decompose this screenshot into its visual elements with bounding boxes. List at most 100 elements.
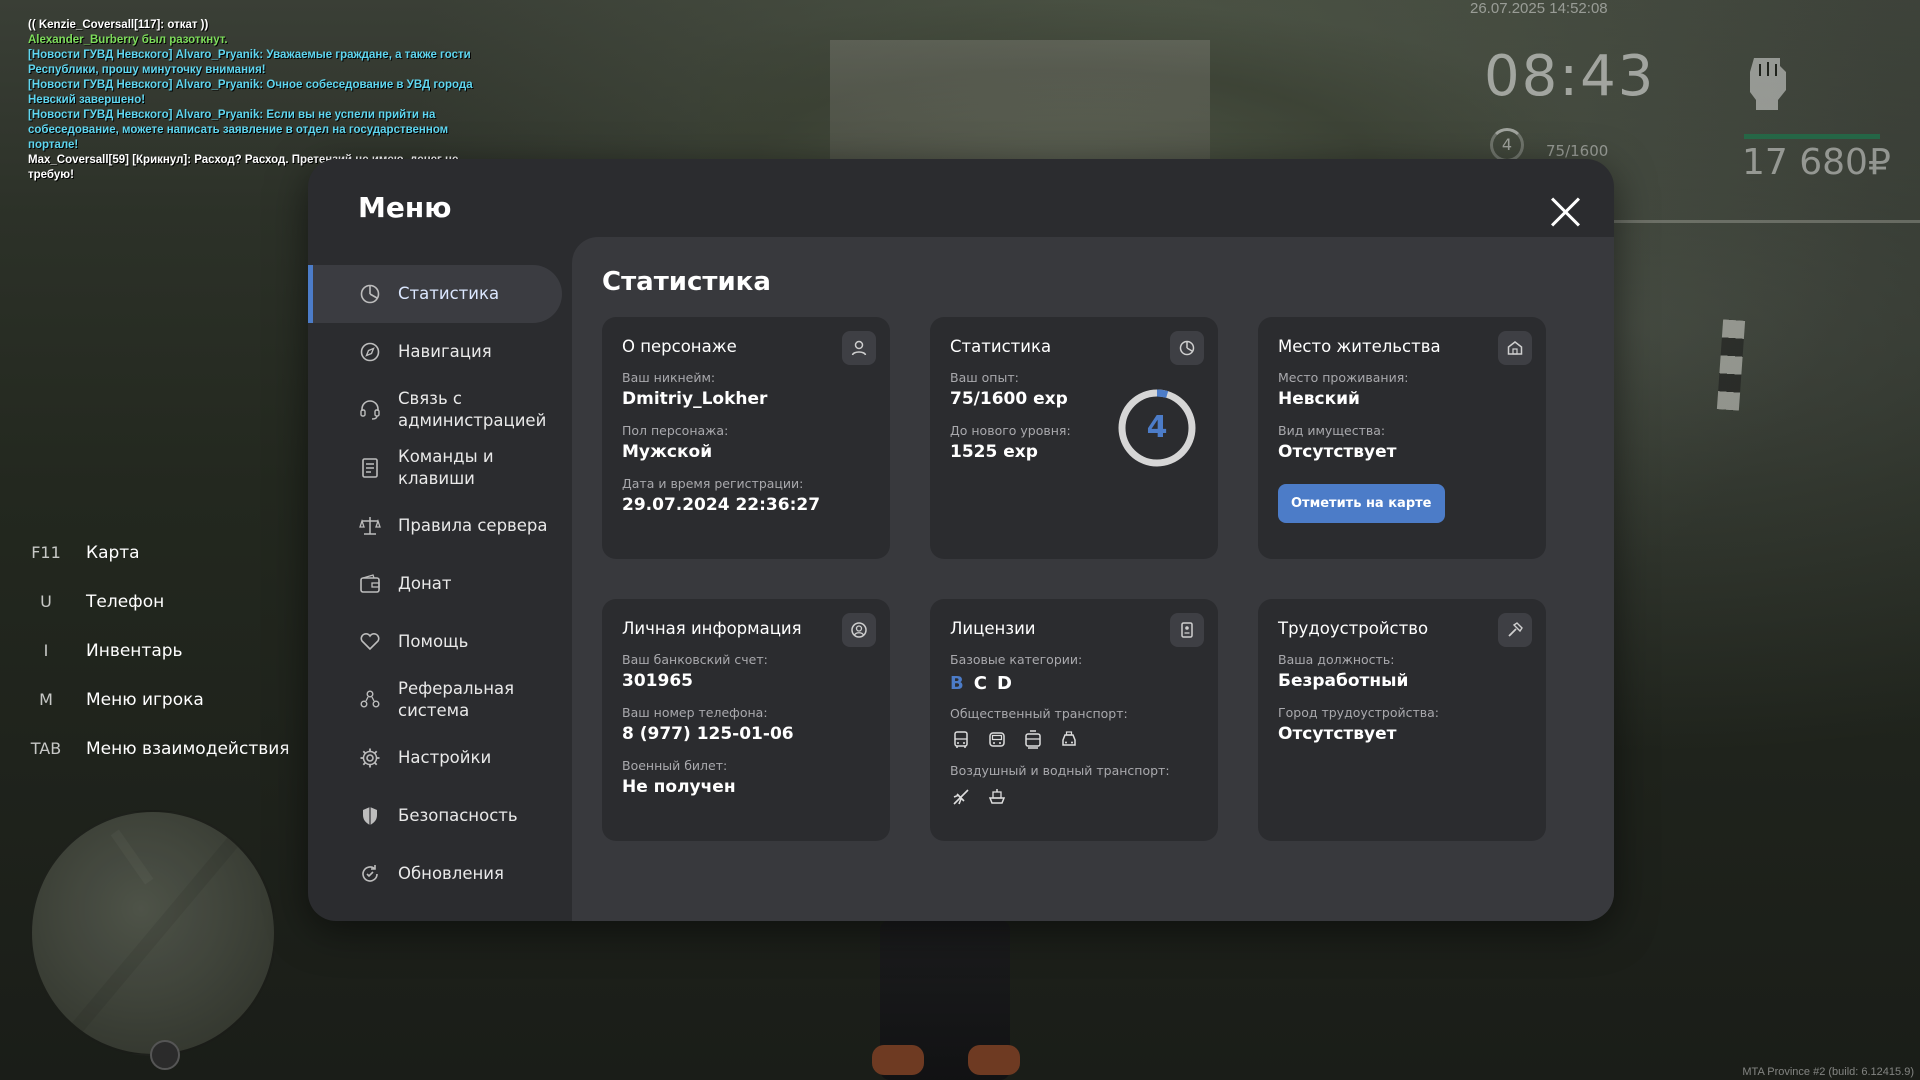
base-categories-label: Базовые категории:	[950, 652, 1083, 667]
sidebar-item-label: Команды и клавиши	[398, 447, 494, 488]
sidebar-item[interactable]: Настройки	[308, 729, 572, 787]
bank-label: Ваш банковский счет:	[622, 652, 768, 667]
close-button[interactable]	[1548, 195, 1582, 229]
hud-money: 17 680₽	[1742, 142, 1891, 183]
registration-value: 29.07.2024 22:36:27	[622, 495, 821, 515]
card-title: Личная информация	[622, 619, 802, 638]
position-label: Ваша должность:	[1278, 652, 1395, 667]
sidebar-item[interactable]: Реферальная система	[308, 671, 572, 729]
chat-line: [Новости ГУВД Невского] Alvaro_Pryanik: …	[28, 109, 449, 151]
heart-hand-icon	[358, 630, 382, 654]
military-label: Военный билет:	[622, 758, 728, 773]
sidebar-item[interactable]: Команды и клавиши	[308, 439, 572, 497]
player-shoe	[872, 1045, 924, 1075]
residence-label: Место проживания:	[1278, 370, 1409, 385]
people-icon	[358, 688, 382, 712]
hud-exp: 75/1600	[1546, 142, 1609, 160]
public-transport-label: Общественный транспорт:	[950, 706, 1128, 721]
hud-clock: 08:43	[1484, 44, 1656, 109]
chat-line: [Новости ГУВД Невского] Alvaro_Pryanik: …	[28, 49, 471, 76]
sidebar-item-label: Донат	[398, 574, 452, 593]
nickname-value: Dmitriy_Lokher	[622, 389, 768, 409]
key-action: Меню игрока	[86, 689, 204, 710]
menu-window: Меню Статистика Навигация Связь с админист…	[308, 159, 1614, 921]
sidebar-item[interactable]: Связь с администрацией	[308, 381, 572, 439]
key-action: Телефон	[86, 591, 165, 612]
chat-line: (( Kenzie_Coversall[117]: откат ))	[28, 19, 209, 31]
military-value: Не получен	[622, 777, 736, 797]
property-value: Отсутствует	[1278, 442, 1397, 462]
card-title: О персонаже	[622, 337, 737, 356]
mark-on-map-button[interactable]: Отметить на карте	[1278, 484, 1445, 523]
air-water-icons	[950, 786, 1198, 808]
license-card-icon	[1170, 613, 1204, 647]
card-title: Место жительства	[1278, 337, 1441, 356]
sidebar-item[interactable]: Правила сервера	[308, 497, 572, 555]
sidebar-item-label: Настройки	[398, 748, 492, 767]
public-transport-icons	[950, 729, 1198, 751]
sidebar-item[interactable]: Донат	[308, 555, 572, 613]
sidebar-item-label: Связь с администрацией	[398, 389, 547, 430]
sidebar-item-label: Навигация	[398, 342, 492, 361]
build-info: MTA Province #2 (build: 6.12415.9)	[1742, 1066, 1914, 1078]
tram-icon	[1022, 729, 1044, 751]
card-title: Статистика	[950, 337, 1052, 356]
license-category: C	[973, 673, 987, 694]
wallet-icon	[358, 572, 382, 596]
sidebar-item-label: Обновления	[398, 864, 504, 883]
background-fence	[1600, 220, 1920, 280]
phone-value: 8 (977) 125-01-06	[622, 724, 794, 744]
gender-value: Мужской	[622, 442, 713, 462]
residence-value: Невский	[1278, 389, 1360, 409]
license-category: D	[996, 673, 1012, 694]
card-employment: Трудоустройство Ваша должность: Безработ…	[1258, 599, 1546, 841]
air-water-label: Воздушный и водный транспорт:	[950, 763, 1170, 778]
sidebar-item[interactable]: Навигация	[308, 323, 572, 381]
sidebar-item[interactable]: Обновления	[308, 845, 572, 903]
compass-icon	[358, 340, 382, 364]
key-label: F11	[31, 543, 61, 562]
fuel-station-icon	[150, 1040, 180, 1070]
exp-label: Ваш опыт:	[950, 370, 1019, 385]
key-action: Меню взаимодействия	[86, 738, 290, 759]
key-label: U	[40, 592, 52, 611]
pie-chart-icon	[1170, 331, 1204, 365]
sidebar-item[interactable]: Помощь	[308, 613, 572, 671]
card-title: Лицензии	[950, 619, 1036, 638]
registration-label: Дата и время регистрации:	[622, 476, 804, 491]
license-categories: BCD	[950, 673, 1198, 694]
sidebar-item-label: Помощь	[398, 632, 469, 651]
nickname-label: Ваш никнейм:	[622, 370, 716, 385]
card-licenses: Лицензии Базовые категории: BCD Обществе…	[930, 599, 1218, 841]
chat-line: [Новости ГУВД Невского] Alvaro_Pryanik: …	[28, 79, 473, 106]
menu-sidebar: Статистика Навигация Связь с администрацие…	[308, 265, 572, 903]
hammer-icon	[1498, 613, 1532, 647]
job-city-label: Город трудоустройства:	[1278, 705, 1440, 720]
key-hint: I Инвентарь	[20, 626, 290, 675]
taxi-icon	[1058, 729, 1080, 751]
boat-icon	[986, 786, 1008, 808]
user-icon	[842, 331, 876, 365]
position-value: Безработный	[1278, 671, 1409, 691]
fist-icon	[1750, 58, 1786, 110]
card-statistics: Статистика Ваш опыт: 75/1600 exp До ново…	[930, 317, 1218, 559]
content-area: Статистика О персонаже Ваш никнейм: Dmit…	[572, 237, 1614, 921]
chat-line: Alexander_Burberry был разоткнут.	[28, 34, 228, 46]
minimap-north-indicator: N	[30, 810, 276, 1056]
airplane-icon	[950, 786, 972, 808]
card-residence: Место жительства Место проживания: Невск…	[1258, 317, 1546, 559]
key-label: TAB	[30, 739, 62, 758]
sidebar-item[interactable]: Безопасность	[308, 787, 572, 845]
key-hint: F11 Карта	[20, 528, 290, 577]
document-icon	[358, 456, 382, 480]
sidebar-item-label: Правила сервера	[398, 516, 548, 535]
card-personal-info: Личная информация Ваш банковский счет: 3…	[602, 599, 890, 841]
sidebar-item[interactable]: Статистика	[308, 265, 562, 323]
bank-value: 301965	[622, 671, 693, 691]
hud-level-indicator: 4	[1490, 128, 1524, 162]
key-hint: TAB Меню взаимодействия	[20, 724, 290, 773]
property-label: Вид имущества:	[1278, 423, 1386, 438]
card-character: О персонаже Ваш никнейм: Dmitriy_Lokher …	[602, 317, 890, 559]
key-hint: U Телефон	[20, 577, 290, 626]
pie-chart-icon	[358, 282, 382, 306]
